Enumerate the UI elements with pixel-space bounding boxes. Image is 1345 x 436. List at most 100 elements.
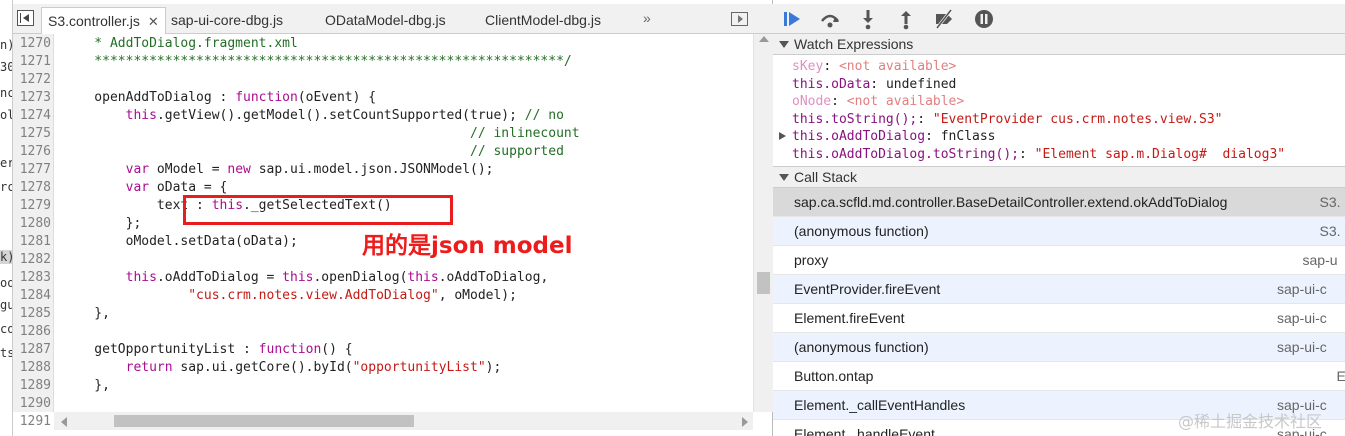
line-number[interactable]: 1270: [13, 35, 51, 53]
resume-icon[interactable]: [781, 8, 803, 30]
call-frame[interactable]: Element.fireEvent sap-ui-c: [773, 304, 1345, 333]
line-number[interactable]: 1279: [13, 197, 51, 215]
call-frame-function: (anonymous function): [794, 223, 929, 239]
code-token: new: [227, 162, 251, 177]
line-number[interactable]: 1271: [13, 53, 51, 71]
horizontal-scrollbar[interactable]: [54, 412, 753, 430]
line-number[interactable]: 1280: [13, 215, 51, 233]
toggle-debugger-icon[interactable]: [731, 12, 748, 26]
watch-row[interactable]: this.oAddToDialog.toString();: "Element …: [792, 146, 1285, 163]
call-frame[interactable]: sap.ca.scfld.md.controller.BaseDetailCon…: [773, 188, 1345, 217]
deactivate-breakpoints-icon[interactable]: [933, 8, 955, 30]
code-line[interactable]: openAddToDialog : function(oEvent) {: [63, 89, 376, 107]
code-line[interactable]: this.getView().getModel().setCountSuppor…: [63, 107, 564, 125]
navigator-item-fragment[interactable]: rc: [0, 180, 12, 194]
code-line[interactable]: return sap.ui.getCore().byId("opportunit…: [63, 359, 502, 377]
code-token: var: [125, 162, 150, 177]
watch-separator: :: [831, 94, 847, 109]
vertical-scrollbar[interactable]: [753, 34, 773, 412]
code-line[interactable]: },: [63, 305, 110, 323]
line-number[interactable]: 1286: [13, 323, 51, 341]
line-number[interactable]: 1288: [13, 359, 51, 377]
code-line[interactable]: };: [63, 215, 142, 233]
call-frame[interactable]: (anonymous function) sap-ui-c: [773, 333, 1345, 362]
call-stack-header[interactable]: Call Stack: [773, 166, 1345, 188]
call-frame[interactable]: Button.ontap E: [773, 362, 1345, 391]
navigator-item-fragment[interactable]: n): [0, 38, 12, 52]
more-tabs-button[interactable]: »: [643, 10, 651, 26]
line-number[interactable]: 1274: [13, 107, 51, 125]
scroll-left-icon[interactable]: [61, 417, 67, 427]
navigator-item-fragment[interactable]: oo: [0, 276, 12, 290]
line-number[interactable]: 1272: [13, 71, 51, 89]
editor-tabbar: S3.controller.js ✕ sap-ui-core-dbg.js ODa…: [13, 4, 773, 34]
watch-row[interactable]: this.toString();: "EventProvider cus.crm…: [792, 111, 1222, 128]
close-icon[interactable]: ✕: [148, 14, 159, 29]
tab-odatamodel[interactable]: ODataModel-dbg.js: [319, 7, 452, 34]
watch-row[interactable]: this.oAddToDialog: fnClass: [779, 128, 996, 145]
line-number-gutter[interactable]: 1270 1271 1272 1273 1274 1275 1276 1277 1278 1279…: [13, 34, 54, 429]
tab-sap-ui-core[interactable]: sap-ui-core-dbg.js: [165, 7, 289, 34]
code-line[interactable]: this.oAddToDialog = this.openDialog(this…: [63, 269, 549, 287]
line-number[interactable]: 1277: [13, 161, 51, 179]
code-line[interactable]: "cus.crm.notes.view.AddToDialog", oModel…: [63, 287, 517, 305]
navigator-item-fragment[interactable]: nc: [0, 86, 12, 100]
watch-name: sKey: [792, 59, 824, 74]
line-number[interactable]: 1278: [13, 179, 51, 197]
navigator-item-fragment[interactable]: ol: [0, 108, 12, 122]
scroll-thumb[interactable]: [757, 272, 770, 294]
line-number[interactable]: 1285: [13, 305, 51, 323]
code-line[interactable]: // inlinecount: [63, 125, 580, 143]
line-number[interactable]: 1289: [13, 377, 51, 395]
call-frame-function: Element.fireEvent: [794, 310, 905, 326]
line-number[interactable]: 1291: [13, 413, 51, 431]
line-number[interactable]: 1273: [13, 89, 51, 107]
code-line[interactable]: ****************************************…: [63, 53, 571, 71]
line-number[interactable]: 1275: [13, 125, 51, 143]
line-number[interactable]: 1281: [13, 233, 51, 251]
code-line[interactable]: },: [63, 377, 110, 395]
navigator-item-fragment[interactable]: co: [0, 322, 12, 336]
navigator-item-fragment[interactable]: er: [0, 156, 12, 170]
line-number[interactable]: 1284: [13, 287, 51, 305]
watermark: @稀土掘金技术社区: [1178, 412, 1323, 431]
watch-expressions-header[interactable]: Watch Expressions: [773, 33, 1345, 55]
code-token: return: [125, 360, 173, 375]
code-token: this: [282, 270, 314, 285]
pause-on-exceptions-icon[interactable]: [973, 8, 995, 30]
line-number[interactable]: 1290: [13, 395, 51, 413]
code-line[interactable]: getOpportunityList : function() {: [63, 341, 352, 359]
step-into-icon[interactable]: [857, 8, 879, 30]
expand-triangle-icon[interactable]: [779, 132, 786, 140]
tab-clientmodel[interactable]: ClientModel-dbg.js: [479, 7, 607, 34]
scroll-up-icon[interactable]: [759, 36, 769, 42]
scroll-right-icon[interactable]: [742, 417, 748, 427]
call-frame-location: sap-ui-c: [1277, 281, 1327, 297]
call-frame[interactable]: proxy sap-u: [773, 246, 1345, 275]
step-out-icon[interactable]: [895, 8, 917, 30]
scroll-thumb-horizontal[interactable]: [114, 415, 414, 427]
line-number[interactable]: 1276: [13, 143, 51, 161]
watch-row[interactable]: sKey: <not available>: [792, 58, 956, 75]
watch-row[interactable]: oNode: <not available>: [792, 93, 964, 110]
step-over-icon[interactable]: [819, 8, 841, 30]
code-line[interactable]: oModel.setData(oData);: [63, 233, 298, 251]
code-line[interactable]: var oModel = new sap.ui.model.json.JSONM…: [63, 161, 494, 179]
code-line[interactable]: * AddToDialog.fragment.xml: [63, 35, 298, 53]
line-number[interactable]: 1283: [13, 269, 51, 287]
navigator-item-fragment[interactable]: ts: [0, 346, 12, 360]
line-number[interactable]: 1282: [13, 251, 51, 269]
navigator-item-fragment[interactable]: 30: [0, 60, 12, 74]
watch-row[interactable]: this.oData: undefined: [792, 76, 956, 93]
watch-name: this.oAddToDialog.toString();: [792, 146, 1019, 162]
call-frame[interactable]: (anonymous function) S3.: [773, 217, 1345, 246]
tab-s3-controller[interactable]: S3.controller.js ✕: [41, 7, 166, 34]
toggle-navigator-icon[interactable]: [17, 10, 34, 26]
code-line[interactable]: // supported: [63, 143, 564, 161]
call-frame[interactable]: EventProvider.fireEvent sap-ui-c: [773, 275, 1345, 304]
navigator-item-fragment[interactable]: gu: [0, 298, 12, 312]
navigator-item-fragment[interactable]: k): [0, 250, 12, 264]
line-number[interactable]: 1287: [13, 341, 51, 359]
